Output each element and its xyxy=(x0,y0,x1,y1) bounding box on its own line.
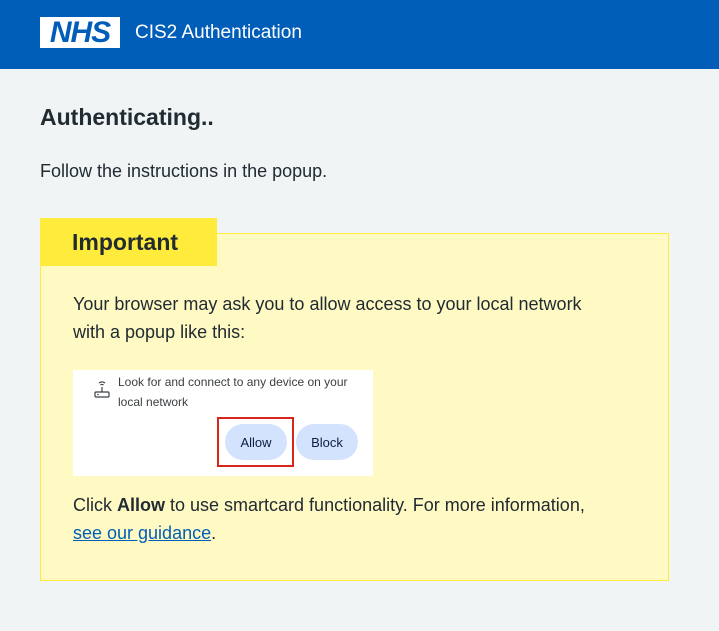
allow-bold-text: Allow xyxy=(117,495,165,515)
popup-message: Look for and connect to any device on yo… xyxy=(118,375,348,409)
callout-label: Important xyxy=(40,218,217,266)
callout-text: Your browser may ask you to allow access… xyxy=(73,294,582,342)
service-name[interactable]: CIS2 Authentication xyxy=(135,21,302,45)
header-bar: NHS CIS2 Authentication xyxy=(0,0,719,69)
closing-suffix: . xyxy=(211,523,217,543)
network-device-icon xyxy=(94,381,110,398)
popup-block-button: Block xyxy=(296,424,358,460)
nhs-logo-text: NHS xyxy=(49,15,111,49)
page-title: Authenticating.. xyxy=(40,104,214,130)
allow-highlight-box xyxy=(217,417,294,467)
closing-text: Click Allow to use smartcard functionali… xyxy=(73,491,613,547)
closing-middle: to use smartcard functionality. For more… xyxy=(165,495,585,515)
nhs-logo[interactable]: NHS xyxy=(40,17,120,48)
guidance-link[interactable]: see our guidance xyxy=(73,523,211,543)
instructions-text: Follow the instructions in the popup. xyxy=(40,161,328,181)
closing-prefix: Click xyxy=(73,495,117,515)
